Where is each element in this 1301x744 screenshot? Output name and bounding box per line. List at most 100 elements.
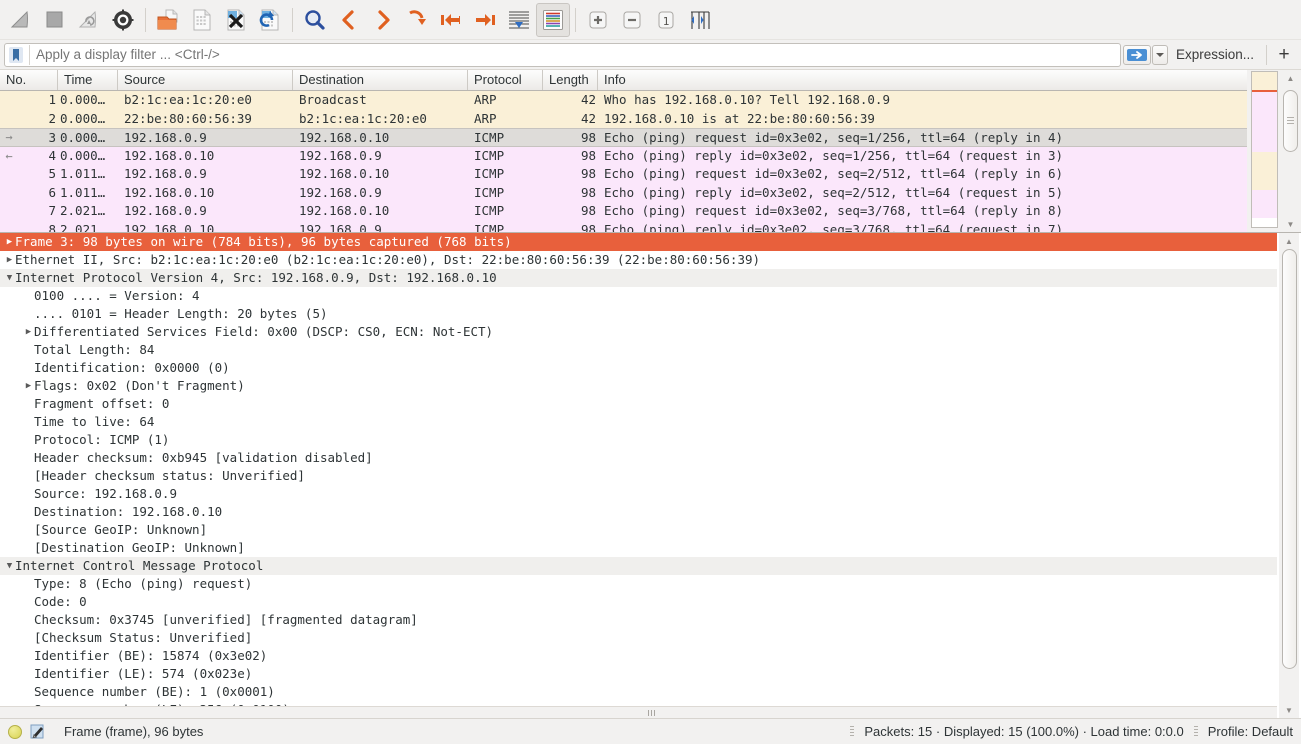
go-to-first-icon [441,13,460,26]
packet-row[interactable]: 6 1.011… 192.168.0.10 192.168.0.9 ICMP 98 Echo… [0,183,1247,202]
detail-tree-row[interactable]: Total Length: 84 [0,341,1277,359]
details-scroll-down-arrow-icon[interactable]: ▼ [1281,702,1297,718]
zoom-out-icon [623,11,641,28]
tree-expanded-icon[interactable]: ▼ [4,557,15,575]
close-file-button[interactable] [219,3,253,37]
scroll-down-arrow-icon[interactable]: ▼ [1282,216,1298,232]
detail-tree-row[interactable]: .... 0101 = Header Length: 20 bytes (5) [0,305,1277,323]
detail-tree-row[interactable]: Fragment offset: 0 [0,395,1277,413]
colorize-button[interactable] [536,2,570,37]
filter-input-container[interactable] [4,42,1121,67]
packet-list-minimap[interactable] [1251,71,1278,228]
apply-filter-button[interactable] [1122,44,1151,65]
go-forward-button[interactable] [366,3,400,37]
go-to-last-button[interactable] [468,3,502,37]
save-file-button[interactable] [185,3,219,37]
packet-details-tree[interactable]: ▶ Frame 3: 98 bytes on wire (784 bits), 9… [0,233,1277,706]
detail-tree-row[interactable]: Type: 8 (Echo (ping) request) [0,575,1277,593]
detail-tree-row[interactable]: ▶ Differentiated Services Field: 0x00 (DS… [0,323,1277,341]
packet-list-rows[interactable]: 1 0.000… b2:1c:ea:1c:20:e0 Broadcast ARP 42 Wh… [0,91,1247,232]
detail-tree-row[interactable]: Identification: 0x0000 (0) [0,359,1277,377]
packet-cell-time: 1.011… [60,184,106,200]
zoom-in-button[interactable] [581,3,615,37]
reload-file-button[interactable] [253,3,287,37]
column-header-destination[interactable]: Destination [293,70,468,90]
packet-row[interactable]: → 3 0.000… 192.168.0.9 192.168.0.10 ICMP 98 Ech… [0,128,1247,147]
detail-tree-row[interactable]: [Destination GeoIP: Unknown] [0,539,1277,557]
detail-tree-row[interactable]: ▶ Flags: 0x02 (Don't Fragment) [0,377,1277,395]
svg-text:1: 1 [663,15,670,28]
status-profile-text[interactable]: Profile: Default [1208,724,1293,739]
packet-row[interactable]: 2 0.000… 22:be:80:60:56:39 b2:1c:ea:1c:20:e… [0,109,1247,128]
capture-options-button[interactable] [106,3,140,37]
packet-cell-source: b2:1c:ea:1c:20:e0 [124,92,252,107]
detail-tree-row[interactable]: ▼ Internet Protocol Version 4, Src: 192.1… [0,269,1277,287]
detail-tree-row[interactable]: Protocol: ICMP (1) [0,431,1277,449]
filter-expression-button[interactable]: Expression... [1168,43,1262,67]
expert-info-circle-icon[interactable] [8,724,22,739]
go-back-button[interactable] [332,3,366,37]
detail-tree-row[interactable]: Identifier (BE): 15874 (0x3e02) [0,647,1277,665]
scrollbar-track[interactable] [1282,86,1298,216]
detail-tree-row[interactable]: Identifier (LE): 574 (0x023e) [0,665,1277,683]
auto-scroll-button[interactable] [502,3,536,37]
bookmark-icon[interactable] [7,45,25,65]
packet-list-scrollbar[interactable]: ▲ ▼ [1281,70,1299,232]
tree-collapsed-icon[interactable]: ▶ [23,377,34,395]
detail-tree-row[interactable]: Time to live: 64 [0,413,1277,431]
column-header-length[interactable]: Length [543,70,598,90]
details-scroll-up-arrow-icon[interactable]: ▲ [1281,233,1297,249]
detail-tree-row[interactable]: ▶ Frame 3: 98 bytes on wire (784 bits), 9… [0,233,1277,251]
column-header-source[interactable]: Source [118,70,293,90]
zoom-out-button[interactable] [615,3,649,37]
details-scrollbar-track[interactable] [1281,249,1297,702]
chevron-right-icon [378,9,390,30]
find-packet-button[interactable] [298,3,332,37]
packet-row[interactable]: 5 1.011… 192.168.0.9 192.168.0.10 ICMP 98 Echo… [0,165,1247,184]
tree-expanded-icon[interactable]: ▼ [4,269,15,287]
detail-row-text: Flags: 0x02 (Don't Fragment) [34,378,245,393]
restart-capture-button[interactable] [72,3,106,37]
tree-collapsed-icon[interactable]: ▶ [4,251,15,269]
go-to-packet-button[interactable] [400,3,434,37]
packet-row[interactable]: 7 2.021… 192.168.0.9 192.168.0.10 ICMP 98 Echo… [0,202,1247,221]
column-header-time[interactable]: Time [58,70,118,90]
detail-tree-row[interactable]: Header checksum: 0xb945 [validation disa… [0,449,1277,467]
open-file-button[interactable] [151,3,185,37]
packet-cell-protocol: ICMP [474,184,505,200]
detail-tree-row[interactable]: 0100 .... = Version: 4 [0,287,1277,305]
detail-tree-row[interactable]: [Checksum Status: Unverified] [0,629,1277,647]
details-scrollbar[interactable]: ▲ ▼ [1279,233,1299,718]
packet-row[interactable]: 1 0.000… b2:1c:ea:1c:20:e0 Broadcast ARP 42 Wh… [0,91,1247,110]
detail-tree-row[interactable]: ▼ Internet Control Message Protocol [0,557,1277,575]
detail-tree-row[interactable]: Checksum: 0x3745 [unverified] [fragmente… [0,611,1277,629]
detail-tree-row[interactable]: [Header checksum status: Unverified] [0,467,1277,485]
column-header-no[interactable]: No. [0,70,58,90]
packet-row[interactable]: 8 2.021… 192.168.0.10 192.168.0.9 ICMP 98 Echo… [0,220,1247,232]
capture-comment-icon[interactable] [30,724,46,740]
stop-capture-button[interactable] [38,3,72,37]
detail-row-text: 0100 .... = Version: 4 [34,288,200,303]
packet-row[interactable]: ← 4 0.000… 192.168.0.10 192.168.0.9 ICMP 98 Ech… [0,146,1247,165]
detail-tree-row[interactable]: [Source GeoIP: Unknown] [0,521,1277,539]
resize-columns-button[interactable] [683,3,717,37]
go-to-first-button[interactable] [434,3,468,37]
tree-collapsed-icon[interactable]: ▶ [4,233,15,251]
filter-dropdown-button[interactable] [1151,44,1168,65]
start-capture-button[interactable] [4,3,38,37]
scroll-up-arrow-icon[interactable]: ▲ [1282,70,1298,86]
zoom-reset-button[interactable]: 1 [649,3,683,37]
column-header-info[interactable]: Info [598,70,1247,90]
detail-tree-row[interactable]: Destination: 192.168.0.10 [0,503,1277,521]
details-scrollbar-thumb[interactable] [1281,249,1297,669]
display-filter-input[interactable] [29,44,1118,65]
detail-tree-row[interactable]: Sequence number (BE): 1 (0x0001) [0,683,1277,701]
column-header-protocol[interactable]: Protocol [468,70,543,90]
detail-tree-row[interactable]: Code: 0 [0,593,1277,611]
add-filter-button[interactable]: + [1271,44,1297,66]
scrollbar-thumb[interactable] [1282,90,1298,152]
detail-tree-row[interactable]: ▶ Ethernet II, Src: b2:1c:ea:1c:20:e0 (b2… [0,251,1277,269]
detail-tree-row[interactable]: Source: 192.168.0.9 [0,485,1277,503]
details-horizontal-scrollbar[interactable] [0,706,1277,718]
tree-collapsed-icon[interactable]: ▶ [23,323,34,341]
